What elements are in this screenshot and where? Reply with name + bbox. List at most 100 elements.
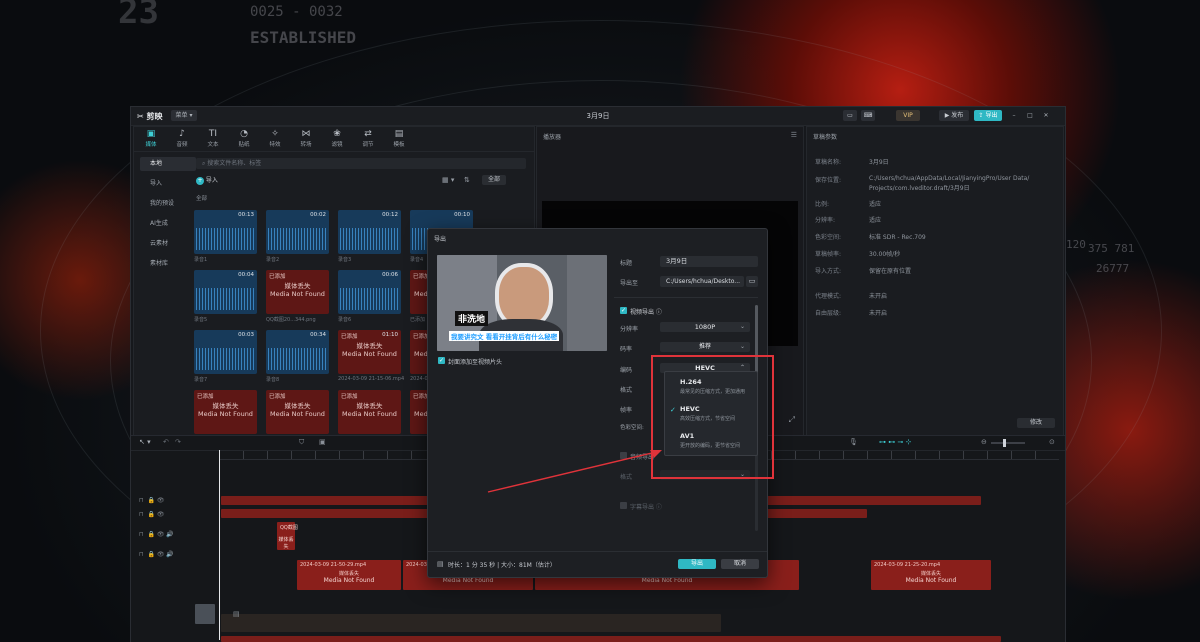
shield-icon[interactable]: ⛉: [299, 438, 304, 447]
sort-icon[interactable]: ⇅: [464, 176, 470, 184]
text-track-2b[interactable]: [771, 509, 867, 518]
tool-filter[interactable]: ❀ 滤镜: [326, 129, 348, 148]
undo-icon[interactable]: ↶: [163, 438, 169, 446]
tool-transition[interactable]: ⋈ 转场: [295, 129, 317, 148]
track-2-controls[interactable]: ⊓ 🔒 👁: [139, 508, 174, 522]
sidebar-item-2[interactable]: 我的预设: [140, 197, 196, 211]
export-button[interactable]: ⇪ 导出: [974, 110, 1002, 121]
duration-badge: 00:04: [238, 272, 254, 278]
playhead[interactable]: [219, 450, 220, 640]
search-input[interactable]: ⌕ 搜索文件名称、标签: [196, 158, 526, 169]
shortcut-icon[interactable]: ⌨: [861, 110, 875, 121]
title-bar: ✂ 剪映 菜单 ▾ 3月9日 ▭ ⌨ VIP ▶ 发布 ⇪ 导出 – □ ✕: [131, 107, 1065, 126]
timeline-clip[interactable]: 2024-03-09 21-50-29.mp4 媒体丢失 Media Not Fou…: [297, 560, 401, 590]
microphone-icon[interactable]: 🎙: [849, 438, 858, 446]
media-thumbnail[interactable]: 00:13: [194, 210, 257, 254]
maximize-icon[interactable]: □: [1025, 110, 1035, 121]
waveform: [196, 228, 255, 250]
title-input[interactable]: 3月9日: [660, 256, 758, 267]
subtitle-export-checkbox[interactable]: [620, 502, 627, 509]
close-icon[interactable]: ✕: [1041, 110, 1051, 121]
audio-icon: ♪: [179, 129, 185, 139]
sidebar-item-5[interactable]: 素材库: [140, 257, 196, 271]
folder-icon[interactable]: ▭: [746, 276, 758, 287]
sidebar-item-3[interactable]: AI生成: [140, 217, 196, 231]
minimize-icon[interactable]: –: [1009, 110, 1019, 121]
media-thumbnail[interactable]: 00:04: [194, 270, 257, 314]
dialog-cancel-button[interactable]: 取消: [721, 559, 759, 569]
fullscreen-icon[interactable]: ⤢: [789, 415, 795, 425]
import-button[interactable]: + 导入: [196, 176, 230, 186]
grid-view-icon[interactable]: ▦ ▾: [442, 176, 454, 184]
filter-dropdown[interactable]: 全部: [482, 175, 506, 185]
waveform: [196, 288, 255, 310]
timeline-clip[interactable]: 2024-03-09 21-25-20.mp4 媒体丢失 Media Not Fou…: [871, 560, 991, 590]
track-3-controls[interactable]: ⊓ 🔒 👁 🔊: [139, 528, 174, 542]
image-icon[interactable]: ▣: [319, 438, 326, 446]
select-tool-icon[interactable]: ↖ ▾: [139, 438, 151, 446]
track-1-controls[interactable]: ⊓ 🔒 👁: [139, 494, 174, 508]
added-badge: 已添加: [269, 274, 286, 280]
export-to-label: 导出至: [620, 280, 639, 287]
duration-badge: 00:06: [382, 272, 398, 278]
bitrate-select[interactable]: 推荐 ⌄: [660, 342, 750, 352]
player-menu-icon[interactable]: ☰: [791, 131, 797, 139]
zoom-handle[interactable]: [1003, 439, 1006, 447]
draft-param-row: 代理模式: 未开启: [815, 293, 888, 300]
media-thumbnail[interactable]: 00:02: [266, 210, 329, 254]
sidebar-item-4[interactable]: 云素材: [140, 237, 196, 251]
cover-icon[interactable]: ▤: [233, 610, 240, 618]
media-not-found: 媒体丢失Media Not Found: [270, 402, 325, 418]
cover-checkbox[interactable]: ✓: [438, 357, 445, 364]
fit-icon[interactable]: ⊙: [1049, 438, 1055, 446]
vip-button[interactable]: VIP: [896, 110, 920, 121]
media-thumbnail[interactable]: 已添加媒体丢失Media Not Found: [266, 390, 329, 434]
zoom-out-icon[interactable]: ⊖: [981, 438, 987, 446]
tool-media[interactable]: ▣ 媒体: [140, 129, 162, 148]
redo-icon[interactable]: ↷: [175, 438, 181, 446]
track-4-controls[interactable]: ⊓ 🔒 👁 🔊: [139, 548, 174, 562]
media-thumbnail[interactable]: 00:03: [194, 330, 257, 374]
media-thumbnail[interactable]: 已添加媒体丢失Media Not Found: [266, 270, 329, 314]
added-badge: 已添加: [197, 394, 214, 400]
zoom-slider[interactable]: [991, 442, 1025, 444]
tool-audio[interactable]: ♪ 音频: [171, 129, 193, 148]
video-thumbnail-avatar[interactable]: [195, 604, 215, 624]
export-path-input[interactable]: C:/Users/hchua/Deskto...: [660, 276, 744, 287]
tool-template[interactable]: ▤ 模板: [388, 129, 410, 148]
import-icon: +: [196, 177, 204, 185]
media-not-found: 媒体丢失Media Not Found: [198, 402, 253, 418]
subtitle-export-label: 字幕导出 ⓘ: [630, 504, 662, 511]
media-thumbnail[interactable]: 01:10 已添加 媒体丢失 Media Not Found: [338, 330, 401, 374]
duration-badge: 00:13: [238, 212, 254, 218]
tool-text[interactable]: TI 文本: [202, 129, 224, 148]
publish-button[interactable]: ▶ 发布: [939, 110, 969, 121]
title-label: 标题: [620, 260, 633, 267]
bottom-track[interactable]: [221, 636, 1001, 642]
resolution-select[interactable]: 1080P ⌄: [660, 322, 750, 332]
media-thumbnail[interactable]: 00:06: [338, 270, 401, 314]
media-thumbnail[interactable]: 00:34: [266, 330, 329, 374]
media-thumbnail[interactable]: 00:12: [338, 210, 401, 254]
added-badge: 已添加: [269, 394, 286, 400]
video-export-checkbox[interactable]: ✓: [620, 307, 627, 314]
sidebar-item-1[interactable]: 导入: [140, 177, 196, 191]
tool-sticker[interactable]: ◔ 贴纸: [233, 129, 255, 148]
media-caption: 录音4: [410, 257, 424, 263]
waveform: [340, 228, 399, 250]
tool-adjust[interactable]: ⇄ 调节: [357, 129, 379, 148]
audio-track[interactable]: [221, 614, 721, 632]
bg-big-number: 23: [118, 0, 159, 32]
media-thumbnail[interactable]: 已添加媒体丢失Media Not Found: [338, 390, 401, 434]
small-clip[interactable]: QQ截图 媒体丢失: [277, 522, 298, 550]
tool-effects[interactable]: ✧ 特效: [264, 129, 286, 148]
sidebar-item-0[interactable]: 本地: [140, 157, 196, 171]
duration-badge: 00:02: [310, 212, 326, 218]
modify-button[interactable]: 修改: [1017, 418, 1055, 428]
cover-preview[interactable]: 非洗地 我要讲究文 看看开挂背后有什么秘密: [437, 255, 607, 351]
media-thumbnail[interactable]: 已添加媒体丢失Media Not Found: [194, 390, 257, 434]
effects-icon: ✧: [271, 129, 279, 139]
layout-icon[interactable]: ▭: [843, 110, 857, 121]
dialog-export-button[interactable]: 导出: [678, 559, 716, 569]
link-icons[interactable]: ⊶ ⊷ ⊸ ⊹: [879, 438, 911, 446]
